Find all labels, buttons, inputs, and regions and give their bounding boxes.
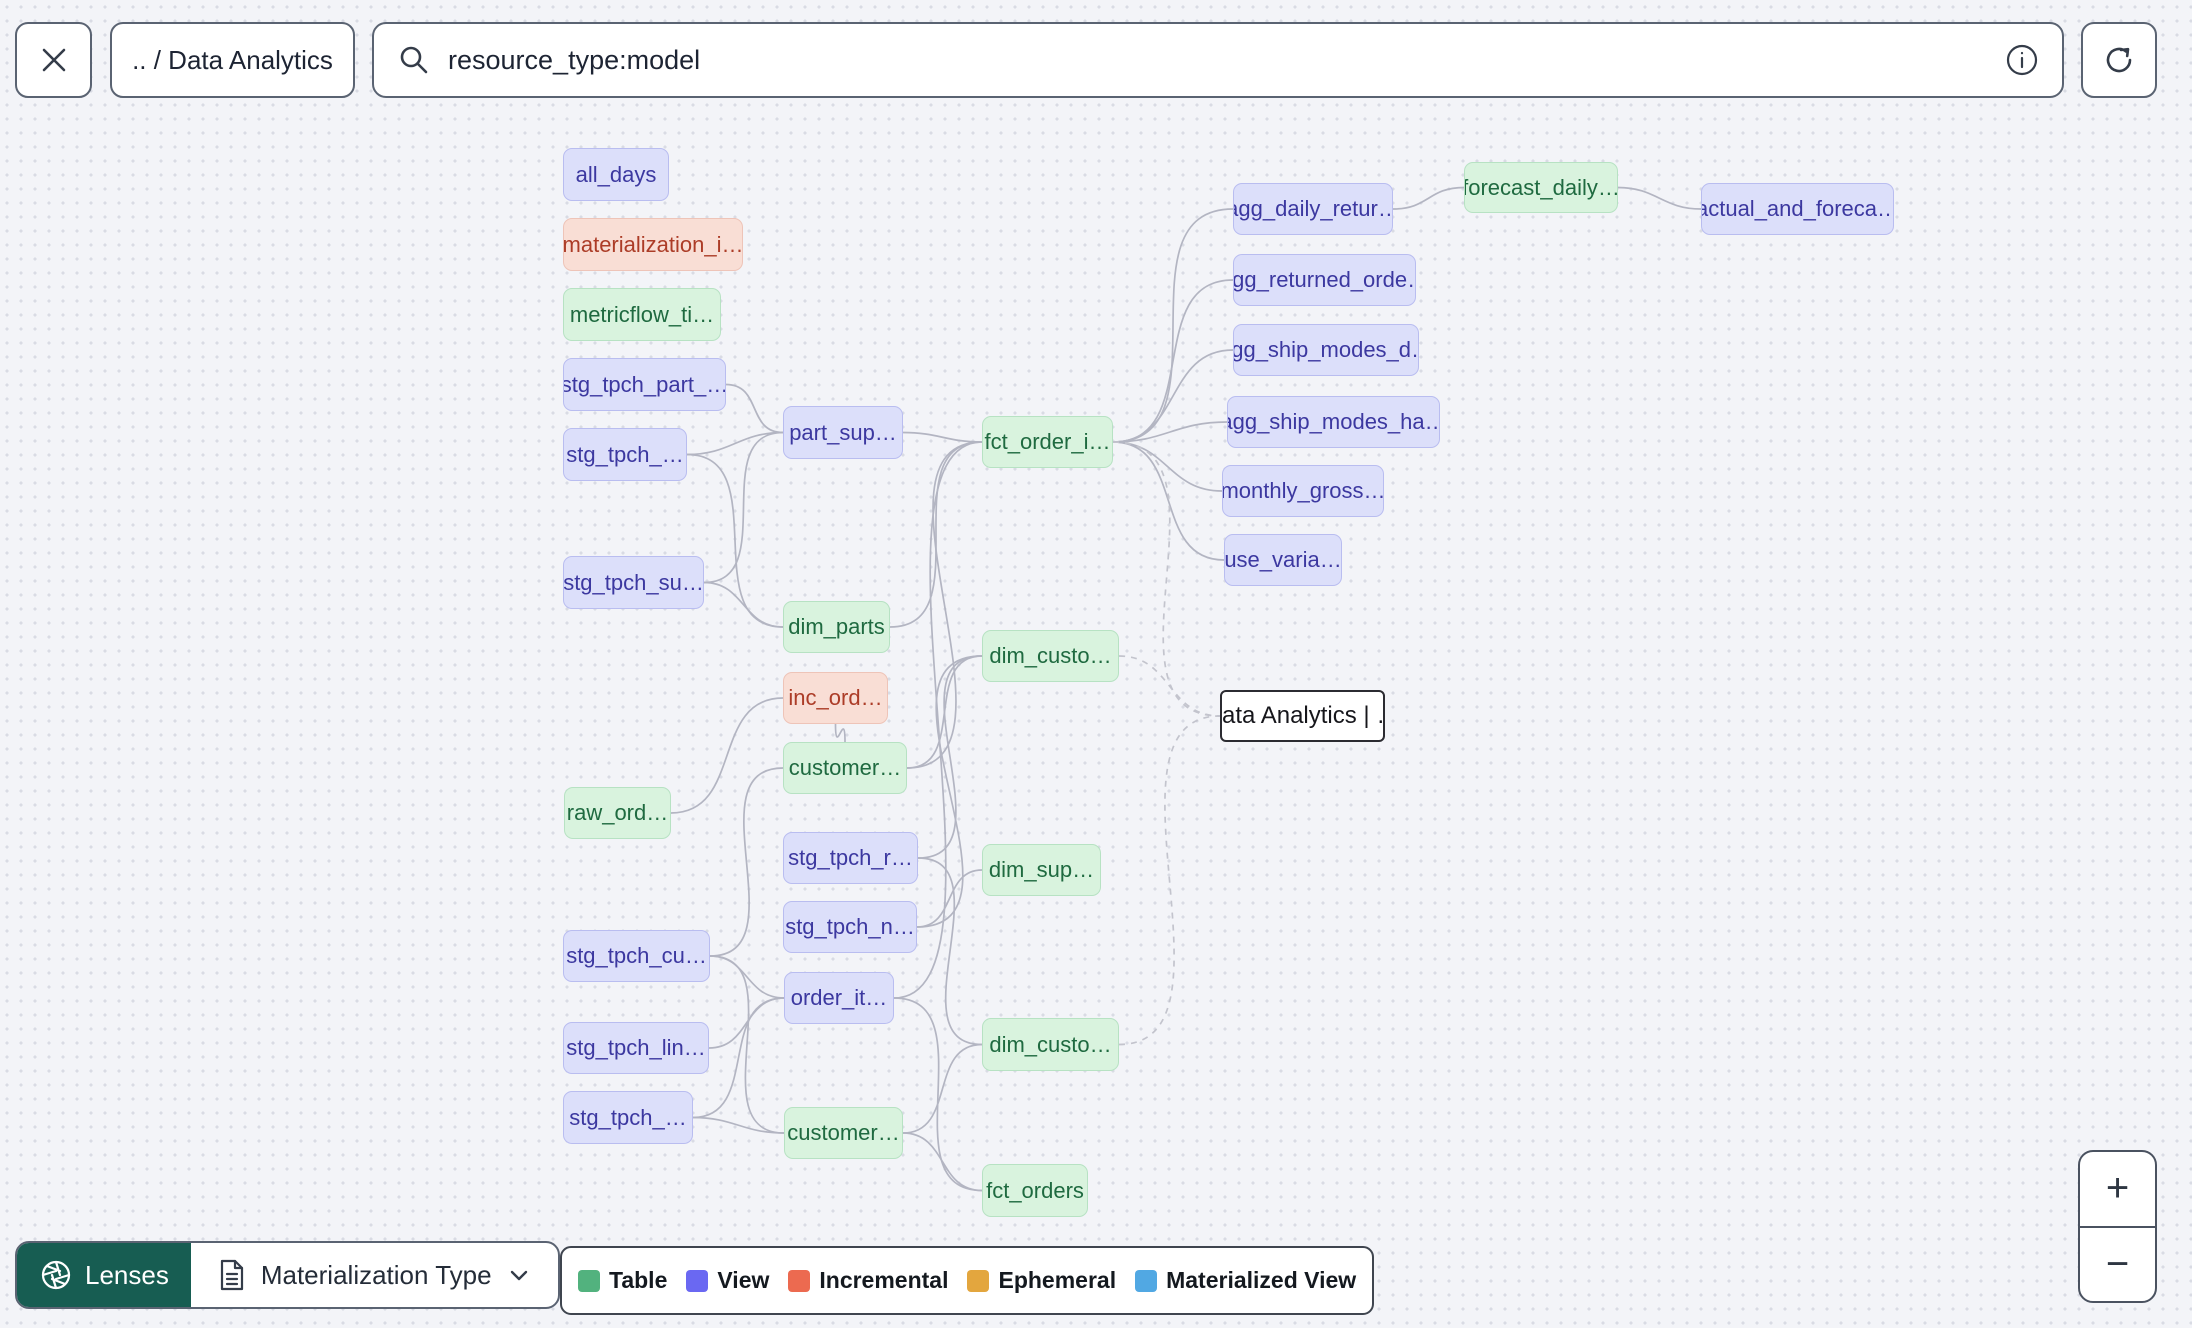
legend: Table View Incremental Ephemeral Materialize… — [560, 1246, 1375, 1315]
legend-label: Incremental — [819, 1267, 949, 1293]
node-agg_ship_ha[interactable]: agg_ship_modes_ha… — [1227, 396, 1440, 448]
refresh-button[interactable] — [2081, 22, 2157, 98]
lens-pill: Lenses Materialization Type — [15, 1241, 560, 1309]
legend-label: Table — [609, 1267, 668, 1293]
lineage-edge — [1112, 441, 1221, 717]
node-stg_r[interactable]: stg_tpch_r… — [783, 832, 918, 884]
lineage-edge — [916, 869, 983, 928]
legend-swatch — [967, 1269, 990, 1292]
lineage-edge — [916, 655, 983, 928]
legend-label: Materialized View — [1166, 1267, 1357, 1293]
lens-selector[interactable]: Materialization Type — [191, 1243, 558, 1307]
chevron-down-icon — [506, 1262, 532, 1288]
node-metricflow[interactable]: metricflow_ti… — [563, 288, 721, 341]
node-customer_b[interactable]: customer… — [784, 1107, 903, 1159]
node-forecast[interactable]: forecast_daily… — [1464, 162, 1618, 213]
lenses-label: Lenses — [85, 1259, 169, 1290]
lineage-edge — [1392, 186, 1465, 210]
node-stg_su[interactable]: stg_tpch_su… — [563, 556, 704, 609]
node-dim_parts[interactable]: dim_parts — [783, 601, 890, 653]
node-stg_n[interactable]: stg_tpch_n… — [783, 901, 917, 953]
breadcrumb-label: .. / Data Analytics — [132, 44, 333, 75]
node-stg_cu[interactable]: stg_tpch_cu… — [563, 930, 710, 982]
search-icon — [396, 42, 432, 78]
zoom-in-button[interactable]: + — [2080, 1152, 2155, 1228]
node-dim_custo_b[interactable]: dim_custo… — [982, 1018, 1119, 1071]
legend-swatch — [1135, 1269, 1158, 1292]
refresh-icon — [2100, 41, 2138, 79]
node-agg_daily[interactable]: agg_daily_retur… — [1233, 183, 1393, 235]
zoom-out-button[interactable]: − — [2080, 1228, 2155, 1302]
lineage-edge — [703, 431, 784, 584]
node-agg_ship_d[interactable]: agg_ship_modes_d… — [1233, 324, 1419, 376]
lens-selector-label: Materialization Type — [260, 1259, 492, 1290]
node-all_days[interactable]: all_days — [563, 148, 669, 201]
lineage-edge — [725, 383, 784, 434]
lineage-edge — [1112, 441, 1223, 492]
legend-label: Ephemeral — [998, 1267, 1117, 1293]
search-input[interactable] — [448, 44, 1988, 76]
legend-swatch — [578, 1269, 600, 1292]
close-button[interactable] — [15, 22, 92, 98]
document-icon — [217, 1258, 247, 1292]
node-fct_orders[interactable]: fct_orders — [982, 1164, 1088, 1217]
node-exposure[interactable]: Data Analytics | … — [1220, 690, 1385, 742]
lineage-edge — [709, 767, 784, 957]
lineage-edge — [670, 697, 784, 814]
lineage-edge — [893, 997, 983, 1192]
info-icon[interactable] — [2004, 42, 2040, 78]
lineage-edge — [902, 1132, 983, 1192]
node-fct_order_items[interactable]: fct_order_i… — [982, 416, 1113, 468]
legend-item: Ephemeral — [967, 1267, 1116, 1294]
node-order_it[interactable]: order_it… — [784, 972, 894, 1024]
legend-item: Incremental — [788, 1267, 948, 1294]
legend-item: Table — [578, 1267, 667, 1294]
lineage-edge — [902, 431, 983, 443]
legend-item: Materialized View — [1135, 1267, 1356, 1294]
zoom-controls: + − — [2078, 1150, 2157, 1303]
legend-item: View — [686, 1267, 769, 1294]
lineage-edge — [917, 857, 983, 1046]
close-icon — [37, 43, 71, 77]
lineage-edge — [902, 1043, 983, 1134]
node-raw_ord[interactable]: raw_ord… — [564, 787, 671, 839]
aperture-icon — [39, 1258, 73, 1292]
node-monthly[interactable]: monthly_gross… — [1222, 465, 1384, 517]
legend-swatch — [686, 1269, 709, 1292]
lineage-canvas[interactable]: all_days materialization_i… metricflow_ti…… — [0, 0, 2192, 1328]
lineage-edge — [1112, 208, 1234, 443]
node-agg_returned[interactable]: agg_returned_orde… — [1233, 254, 1416, 306]
lenses-button[interactable]: Lenses — [17, 1243, 191, 1307]
lineage-edge — [1118, 715, 1221, 1046]
node-customer_a[interactable]: customer… — [783, 742, 907, 794]
lineage-edge — [834, 723, 846, 743]
breadcrumb[interactable]: .. / Data Analytics — [110, 22, 355, 98]
node-stg_lin[interactable]: stg_tpch_lin… — [563, 1022, 709, 1074]
lineage-edge — [917, 655, 983, 859]
lineage-edge — [889, 441, 983, 628]
lineage-edge — [1617, 186, 1702, 210]
node-use_varia[interactable]: use_varia… — [1224, 534, 1342, 586]
legend-swatch — [788, 1269, 811, 1292]
lineage-edge — [1118, 655, 1221, 717]
node-inc_ord[interactable]: inc_ord… — [783, 672, 888, 724]
search-bar[interactable] — [372, 22, 2064, 98]
node-actual[interactable]: actual_and_foreca… — [1701, 183, 1894, 235]
node-materialization[interactable]: materialization_i… — [563, 218, 743, 271]
plus-icon: + — [2105, 1166, 2130, 1211]
node-stg_a[interactable]: stg_tpch_… — [563, 428, 687, 481]
legend-label: View — [717, 1267, 770, 1293]
node-stg_part[interactable]: stg_tpch_part_… — [563, 358, 726, 411]
lineage-edge — [686, 431, 784, 456]
minus-icon: − — [2105, 1241, 2130, 1286]
node-dim_sup[interactable]: dim_sup… — [982, 844, 1101, 896]
node-dim_custo_a[interactable]: dim_custo… — [982, 630, 1119, 682]
lineage-edge — [703, 581, 784, 628]
node-stg_b[interactable]: stg_tpch_… — [563, 1091, 693, 1144]
node-part_sup[interactable]: part_sup… — [783, 406, 903, 459]
